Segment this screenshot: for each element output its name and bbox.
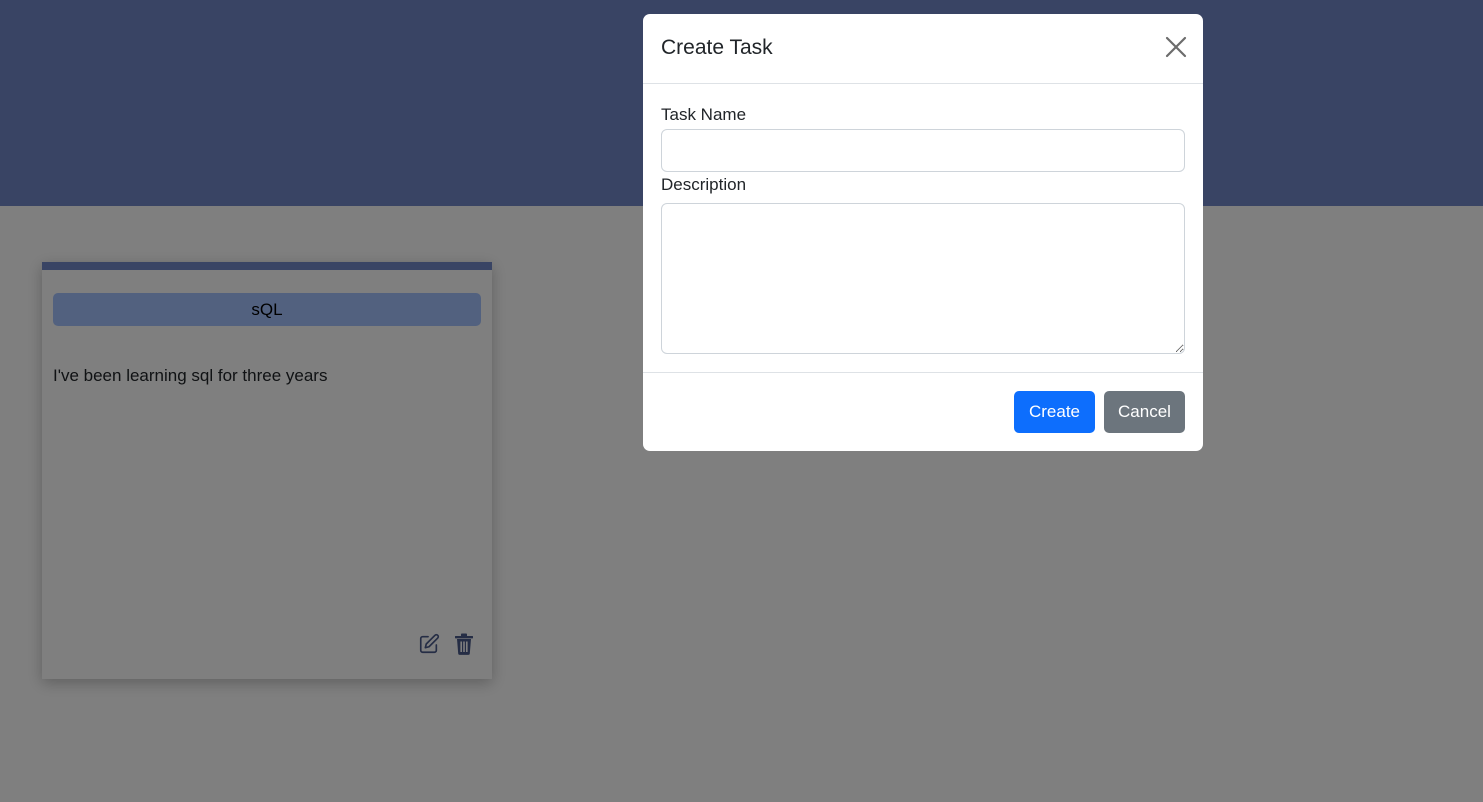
- modal-title: Create Task: [661, 36, 773, 59]
- close-button[interactable]: [1165, 36, 1187, 58]
- create-button[interactable]: Create: [1014, 391, 1095, 433]
- create-task-modal: Create Task Task Name Description Create…: [643, 14, 1203, 451]
- close-icon: [1165, 36, 1187, 58]
- cancel-button[interactable]: Cancel: [1104, 391, 1185, 433]
- modal-header: Create Task: [643, 14, 1203, 84]
- modal-footer: Create Cancel: [643, 372, 1203, 451]
- description-label: Description: [661, 175, 747, 194]
- task-name-input[interactable]: [661, 129, 1185, 172]
- task-name-label: Task Name: [661, 105, 747, 124]
- description-textarea[interactable]: [661, 203, 1185, 354]
